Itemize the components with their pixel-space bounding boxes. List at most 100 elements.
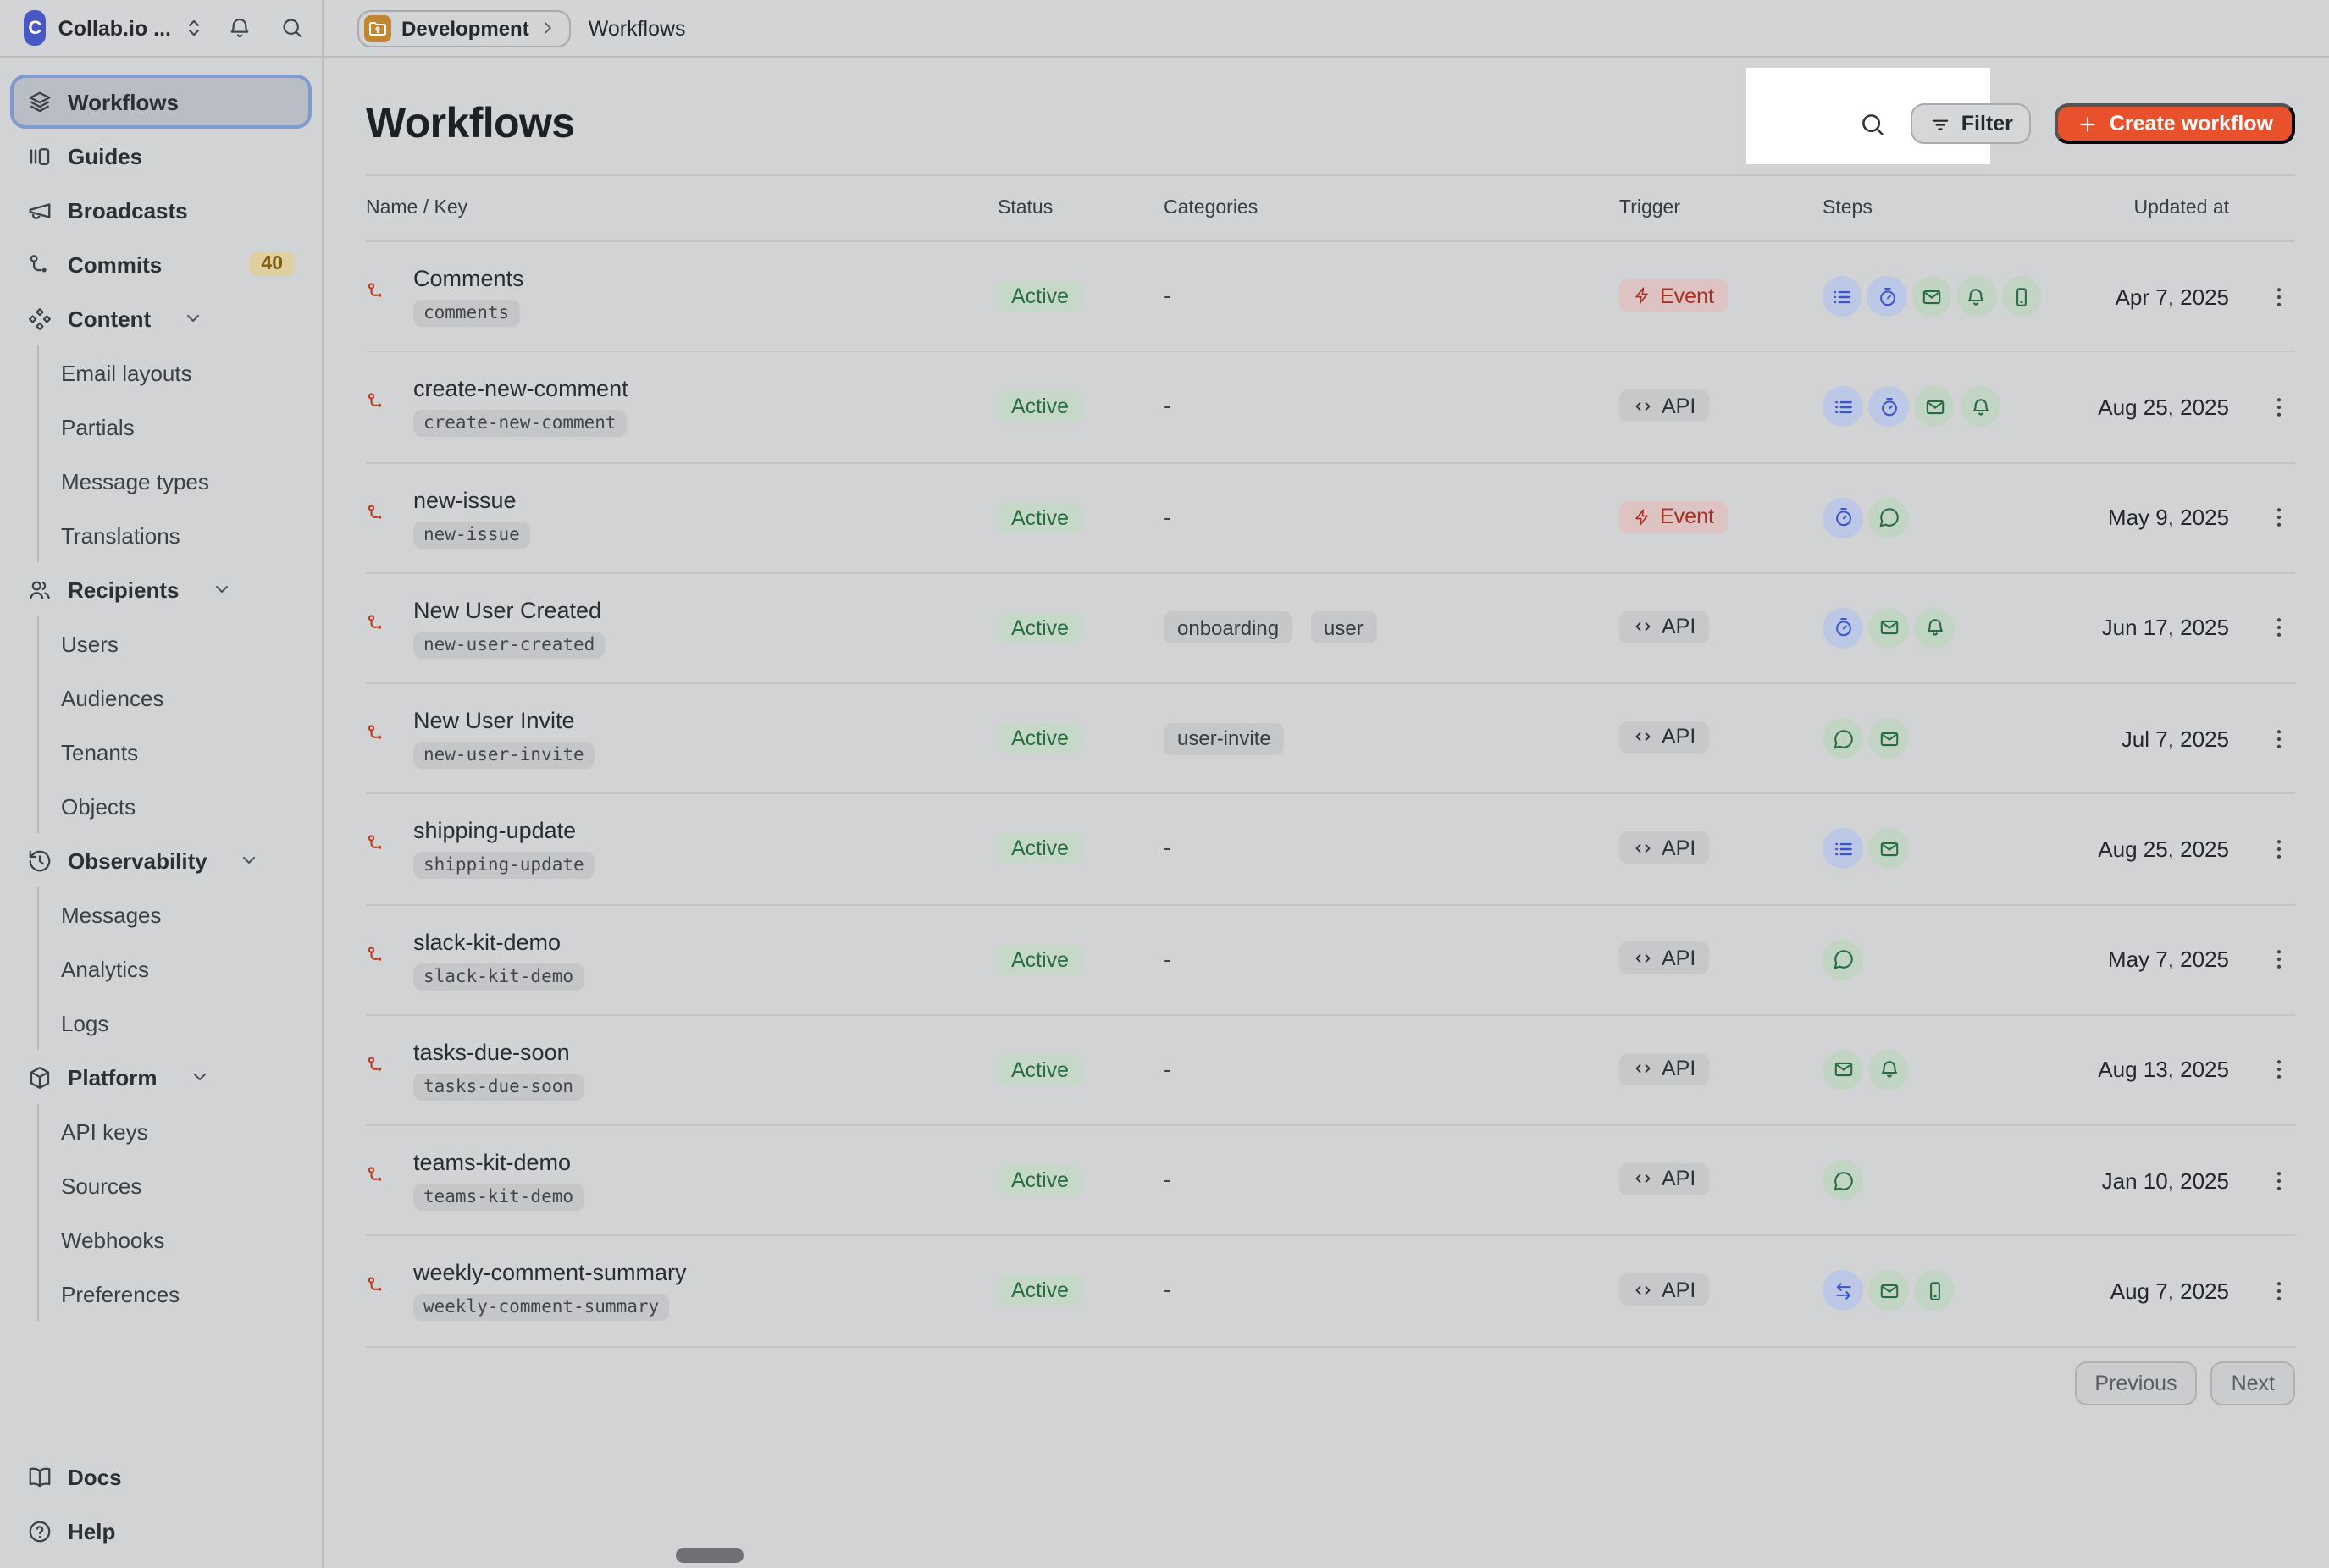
code-icon — [1633, 395, 1653, 416]
column-header-trigger[interactable]: Trigger — [1619, 198, 1823, 218]
sidebar-item-sources[interactable]: Sources — [39, 1158, 322, 1212]
workflow-name[interactable]: tasks-due-soon — [413, 1040, 584, 1065]
row-menu-button[interactable] — [2229, 505, 2295, 530]
sidebar-item-webhooks[interactable]: Webhooks — [39, 1212, 322, 1267]
users-icon — [27, 577, 53, 602]
workflow-key: shipping-update — [413, 853, 595, 880]
sidebar-item-partials[interactable]: Partials — [39, 400, 322, 454]
table-row[interactable]: New User Created new-user-created Active… — [366, 574, 2295, 685]
workflow-name[interactable]: create-new-comment — [413, 377, 628, 402]
column-header-status[interactable]: Status — [998, 198, 1164, 218]
sidebar-item-audiences[interactable]: Audiences — [39, 671, 322, 725]
row-menu-button[interactable] — [2229, 616, 2295, 641]
workflow-name[interactable]: Comments — [413, 266, 524, 291]
table-row[interactable]: teams-kit-demo teams-kit-demo Active - A… — [366, 1126, 2295, 1237]
shapes-icon — [27, 306, 53, 331]
sidebar-item-preferences[interactable]: Preferences — [39, 1267, 322, 1321]
delay-step-icon — [1823, 497, 1863, 538]
row-menu-button[interactable] — [2229, 726, 2295, 751]
column-header-name-key[interactable]: Name / Key — [366, 198, 998, 218]
sidebar-item-commits[interactable]: Commits 40 — [10, 237, 312, 291]
row-menu-button[interactable] — [2229, 947, 2295, 972]
workflow-name[interactable]: weekly-comment-summary — [413, 1261, 687, 1286]
table-row[interactable]: shipping-update shipping-update Active -… — [366, 795, 2295, 906]
sidebar-item-help[interactable]: Help — [10, 1504, 312, 1558]
sidebar-item-workflows[interactable]: Workflows — [10, 75, 312, 129]
table-search-icon[interactable] — [1858, 109, 1887, 138]
push-step-icon — [1914, 1271, 1955, 1311]
row-menu-button[interactable] — [2229, 395, 2295, 420]
previous-page-button[interactable]: Previous — [2074, 1361, 2197, 1405]
sidebar-item-observability[interactable]: Observability — [10, 833, 312, 887]
sidebar-item-users[interactable]: Users — [39, 616, 322, 671]
horizontal-scrollbar[interactable] — [676, 1548, 744, 1563]
filter-button[interactable]: Filter — [1911, 103, 2032, 144]
create-workflow-button[interactable]: Create workflow — [2055, 103, 2295, 144]
workflow-key: tasks-due-soon — [413, 1074, 584, 1101]
org-switcher[interactable]: C Collab.io ... — [0, 0, 324, 56]
bell-icon[interactable] — [227, 15, 252, 41]
workflow-name[interactable]: New User Created — [413, 598, 605, 623]
row-menu-button[interactable] — [2229, 284, 2295, 309]
workflow-name[interactable]: new-issue — [413, 487, 530, 512]
row-menu-button[interactable] — [2229, 1168, 2295, 1193]
row-menu-button[interactable] — [2229, 836, 2295, 862]
sidebar-item-recipients[interactable]: Recipients — [10, 562, 312, 616]
table-row[interactable]: Comments comments Active - Event Apr 7, … — [366, 242, 2295, 353]
table-row[interactable]: new-issue new-issue Active - Event May 9… — [366, 463, 2295, 574]
status-badge: Active — [998, 502, 1082, 533]
trigger-badge-event: Event — [1619, 500, 1728, 533]
sidebar-item-message-types[interactable]: Message types — [39, 454, 322, 508]
chat-step-icon — [1868, 497, 1909, 538]
code-icon — [1633, 616, 1653, 637]
code-icon — [1633, 1279, 1653, 1300]
column-header-updated-at[interactable]: Updated at — [2041, 198, 2229, 218]
sidebar-item-analytics[interactable]: Analytics — [39, 941, 322, 996]
row-menu-button[interactable] — [2229, 1057, 2295, 1083]
next-page-button[interactable]: Next — [2211, 1361, 2295, 1405]
guides-icon — [27, 143, 53, 168]
table-header: Name / Key Status Categories Trigger Ste… — [366, 174, 2295, 242]
category-chip: user — [1310, 612, 1377, 644]
workflow-key: weekly-comment-summary — [413, 1295, 669, 1322]
email-step-icon — [1868, 829, 1909, 870]
email-step-icon — [1912, 276, 1952, 317]
search-icon[interactable] — [279, 15, 305, 41]
sidebar-item-translations[interactable]: Translations — [39, 508, 322, 562]
workflow-name[interactable]: slack-kit-demo — [413, 929, 584, 954]
table-row[interactable]: create-new-comment create-new-comment Ac… — [366, 353, 2295, 464]
sidebar-item-api-keys[interactable]: API keys — [39, 1104, 322, 1158]
workflow-name[interactable]: teams-kit-demo — [413, 1150, 584, 1175]
workflow-icon — [366, 613, 386, 633]
sidebar-item-email-layouts[interactable]: Email layouts — [39, 345, 322, 400]
steps-cell — [1823, 718, 2041, 759]
layers-icon — [27, 89, 53, 114]
sidebar-item-content[interactable]: Content — [10, 291, 312, 345]
sidebar-item-guides[interactable]: Guides — [10, 129, 312, 183]
chevron-right-icon — [539, 19, 558, 37]
sidebar-item-broadcasts[interactable]: Broadcasts — [10, 183, 312, 237]
table-row[interactable]: New User Invite new-user-invite Active u… — [366, 684, 2295, 795]
table-row[interactable]: weekly-comment-summary weekly-comment-su… — [366, 1237, 2295, 1348]
bolt-icon — [1633, 286, 1651, 305]
updated-at: May 9, 2025 — [2041, 505, 2229, 530]
column-header-steps[interactable]: Steps — [1823, 198, 2041, 218]
updated-at: Aug 25, 2025 — [2041, 836, 2229, 862]
table-row[interactable]: tasks-due-soon tasks-due-soon Active - A… — [366, 1016, 2295, 1127]
trigger-badge-api: API — [1619, 1273, 1709, 1306]
workflow-name[interactable]: New User Invite — [413, 708, 595, 733]
workflow-key: comments — [413, 300, 519, 327]
breadcrumb-project[interactable]: Development — [357, 9, 572, 47]
row-menu-button[interactable] — [2229, 1278, 2295, 1304]
table-row[interactable]: slack-kit-demo slack-kit-demo Active - A… — [366, 905, 2295, 1016]
column-header-categories[interactable]: Categories — [1164, 198, 1619, 218]
workflow-name[interactable]: shipping-update — [413, 819, 595, 844]
sidebar-item-messages[interactable]: Messages — [39, 887, 322, 941]
sidebar-item-objects[interactable]: Objects — [39, 779, 322, 833]
org-switcher-icon[interactable] — [183, 17, 205, 39]
sidebar-item-platform[interactable]: Platform — [10, 1050, 312, 1104]
sidebar-item-docs[interactable]: Docs — [10, 1449, 312, 1504]
sidebar-item-logs[interactable]: Logs — [39, 996, 322, 1050]
history-icon — [27, 847, 53, 873]
sidebar-item-tenants[interactable]: Tenants — [39, 725, 322, 779]
